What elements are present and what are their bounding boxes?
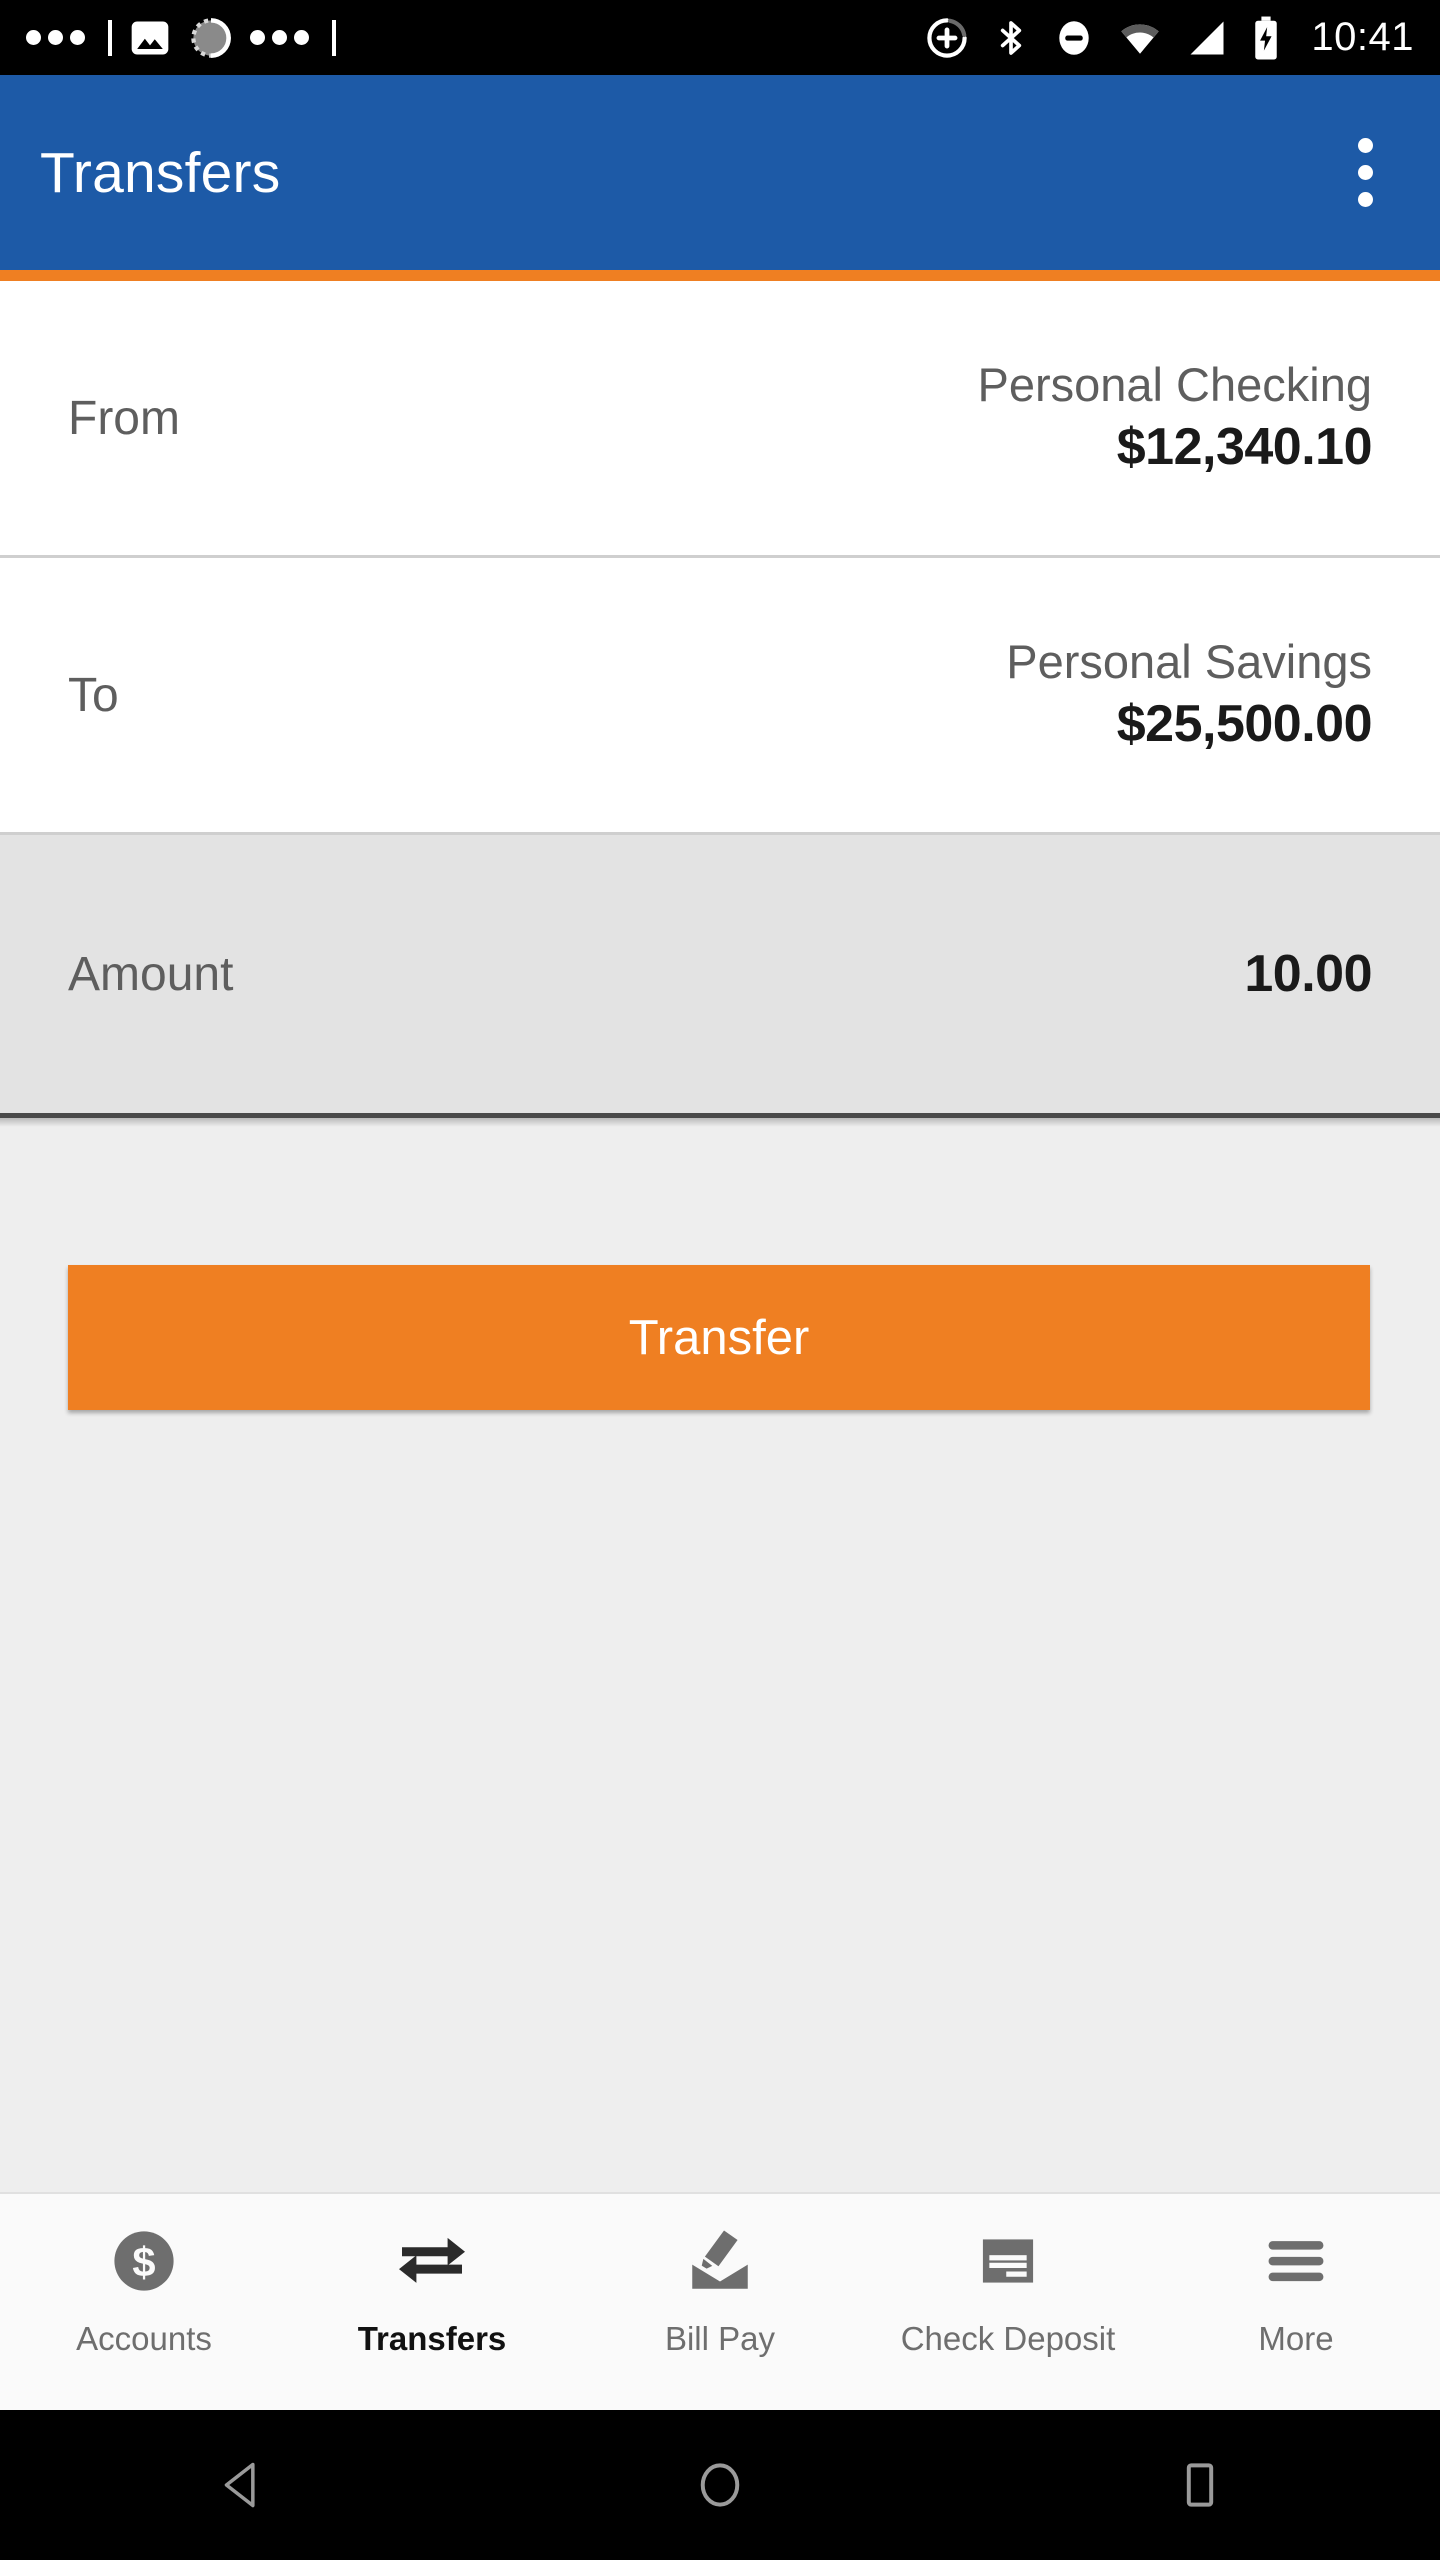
- system-navigation-bar: [0, 2410, 1440, 2560]
- sync-progress-icon: [191, 17, 231, 58]
- from-account-balance: $12,340.10: [1116, 417, 1373, 476]
- more-vertical-icon[interactable]: [1330, 118, 1400, 228]
- recents-square-icon[interactable]: [1100, 2410, 1300, 2560]
- tab-bill-pay[interactable]: Bill Pay: [576, 2194, 864, 2410]
- transfer-form: From Personal Checking $12,340.10 To Per…: [0, 281, 1440, 2192]
- bottom-tab-bar: $ Accounts Transfers Bill Pay Check Depo…: [0, 2192, 1440, 2410]
- dots-indicator-icon: [26, 30, 85, 45]
- from-account-row[interactable]: From Personal Checking $12,340.10: [0, 281, 1440, 555]
- tab-transfers[interactable]: Transfers: [288, 2194, 576, 2410]
- tab-label-bill-pay: Bill Pay: [664, 2320, 776, 2357]
- status-bar: 10:41: [0, 0, 1440, 75]
- phone-screen: 10:41 Transfers From Personal Checking $…: [0, 0, 1440, 2560]
- status-divider: [108, 19, 112, 56]
- dots-indicator-icon-2: [250, 30, 309, 45]
- transfer-arrows-icon: [393, 2220, 471, 2302]
- tab-label-check-deposit: Check Deposit: [900, 2320, 1116, 2357]
- location-add-icon: [927, 17, 968, 58]
- tab-label-more: More: [1258, 2320, 1334, 2357]
- tab-label-accounts: Accounts: [76, 2320, 212, 2357]
- amount-field-shadow: [0, 1118, 1440, 1127]
- hamburger-menu-icon: [1261, 2220, 1331, 2302]
- dollar-circle-icon: $: [107, 2220, 181, 2302]
- accent-bar: [0, 270, 1440, 281]
- envelope-pen-icon: [683, 2220, 757, 2302]
- check-document-icon: [973, 2220, 1043, 2302]
- svg-text:$: $: [132, 2238, 155, 2285]
- tab-check-deposit[interactable]: Check Deposit: [864, 2194, 1152, 2410]
- home-circle-icon[interactable]: [620, 2410, 820, 2560]
- status-bar-left-icons: [26, 15, 925, 61]
- to-values: Personal Savings $25,500.00: [1006, 633, 1372, 758]
- to-account-name: Personal Savings: [1006, 634, 1372, 688]
- image-icon: [131, 21, 169, 54]
- amount-input[interactable]: 10.00: [1244, 944, 1372, 1004]
- status-bar-right-icons: 10:41: [925, 15, 1414, 61]
- from-account-name: Personal Checking: [977, 357, 1373, 411]
- back-triangle-icon[interactable]: [140, 2410, 340, 2560]
- from-values: Personal Checking $12,340.10: [978, 356, 1373, 481]
- do-not-disturb-icon: [1059, 20, 1090, 55]
- cellular-signal-icon: [1190, 21, 1224, 54]
- to-account-row[interactable]: To Personal Savings $25,500.00: [0, 558, 1440, 832]
- bluetooth-icon: [1001, 20, 1022, 55]
- to-label: To: [68, 668, 119, 722]
- amount-label: Amount: [68, 947, 234, 1001]
- amount-field-row[interactable]: Amount 10.00: [0, 835, 1440, 1113]
- app-bar: Transfers: [0, 75, 1440, 270]
- to-account-balance: $25,500.00: [1116, 694, 1373, 753]
- wifi-icon: [1121, 23, 1160, 54]
- from-label: From: [68, 391, 180, 445]
- tab-more[interactable]: More: [1152, 2194, 1440, 2410]
- battery-charging-icon: [1255, 16, 1278, 59]
- status-bar-clock: 10:41: [1311, 15, 1414, 59]
- tab-label-transfers: Transfers: [357, 2320, 507, 2357]
- submit-button-wrapper: Transfer: [0, 1127, 1440, 1410]
- page-title: Transfers: [40, 140, 281, 205]
- status-divider-2: [332, 19, 336, 56]
- tab-accounts[interactable]: $ Accounts: [0, 2194, 288, 2410]
- transfer-button[interactable]: Transfer: [68, 1265, 1370, 1410]
